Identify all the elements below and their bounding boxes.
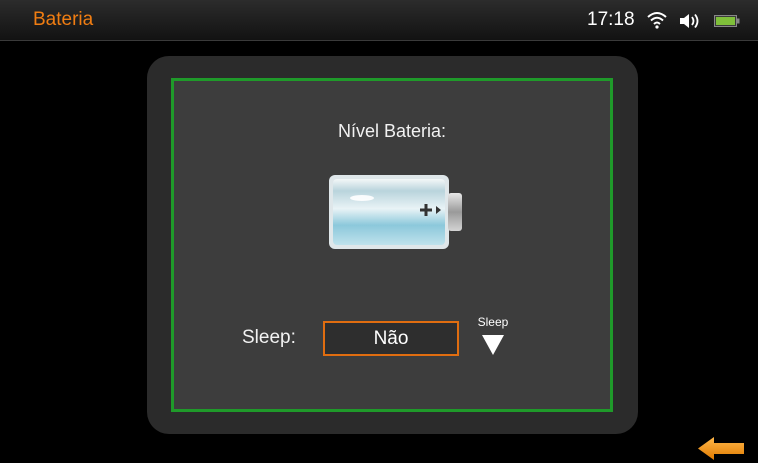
battery-screen: Bateria 17:18 Nível Bateria: Sleep: Não … xyxy=(0,0,758,463)
volume-icon xyxy=(680,13,699,29)
battery-level-label: Nível Bateria: xyxy=(337,121,447,141)
battery-settings-frame: Nível Bateria: Sleep: Não Sleep xyxy=(171,78,613,412)
sleep-dropdown-button[interactable]: Sleep xyxy=(470,315,516,359)
sleep-label: Sleep: xyxy=(242,327,296,348)
wifi-icon xyxy=(647,12,667,29)
battery-icon xyxy=(714,15,740,27)
battery-charging-icon xyxy=(329,175,462,249)
sleep-dropdown-caption: Sleep xyxy=(477,315,509,329)
sleep-select[interactable]: Não xyxy=(323,321,459,356)
clock: 17:18 xyxy=(587,9,635,30)
back-arrow-icon[interactable] xyxy=(698,436,744,461)
screen-title: Bateria xyxy=(33,9,94,30)
triangle-down-icon xyxy=(482,335,504,355)
status-bar: Bateria 17:18 xyxy=(0,0,758,41)
